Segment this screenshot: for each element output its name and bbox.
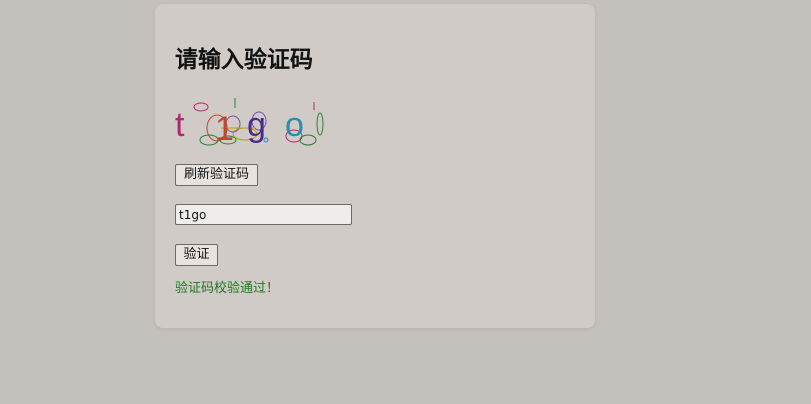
captcha-char: g bbox=[247, 106, 266, 144]
page-title: 请输入验证码 bbox=[175, 47, 313, 73]
captcha-char: o bbox=[285, 106, 304, 144]
captcha-image[interactable]: t 1 g o bbox=[173, 94, 333, 150]
captcha-input[interactable] bbox=[175, 204, 352, 225]
captcha-char: 1 bbox=[215, 110, 234, 148]
captcha-noise bbox=[316, 112, 324, 136]
captcha-noise bbox=[193, 102, 209, 112]
captcha-card: 请输入验证码 t 1 g o 刷新验证码 验证 验证码校验通过！ bbox=[155, 4, 595, 328]
verify-button[interactable]: 验证 bbox=[175, 244, 218, 266]
captcha-char: t bbox=[175, 106, 185, 144]
verification-result-message: 验证码校验通过！ bbox=[175, 281, 280, 296]
refresh-captcha-button[interactable]: 刷新验证码 bbox=[175, 164, 258, 186]
